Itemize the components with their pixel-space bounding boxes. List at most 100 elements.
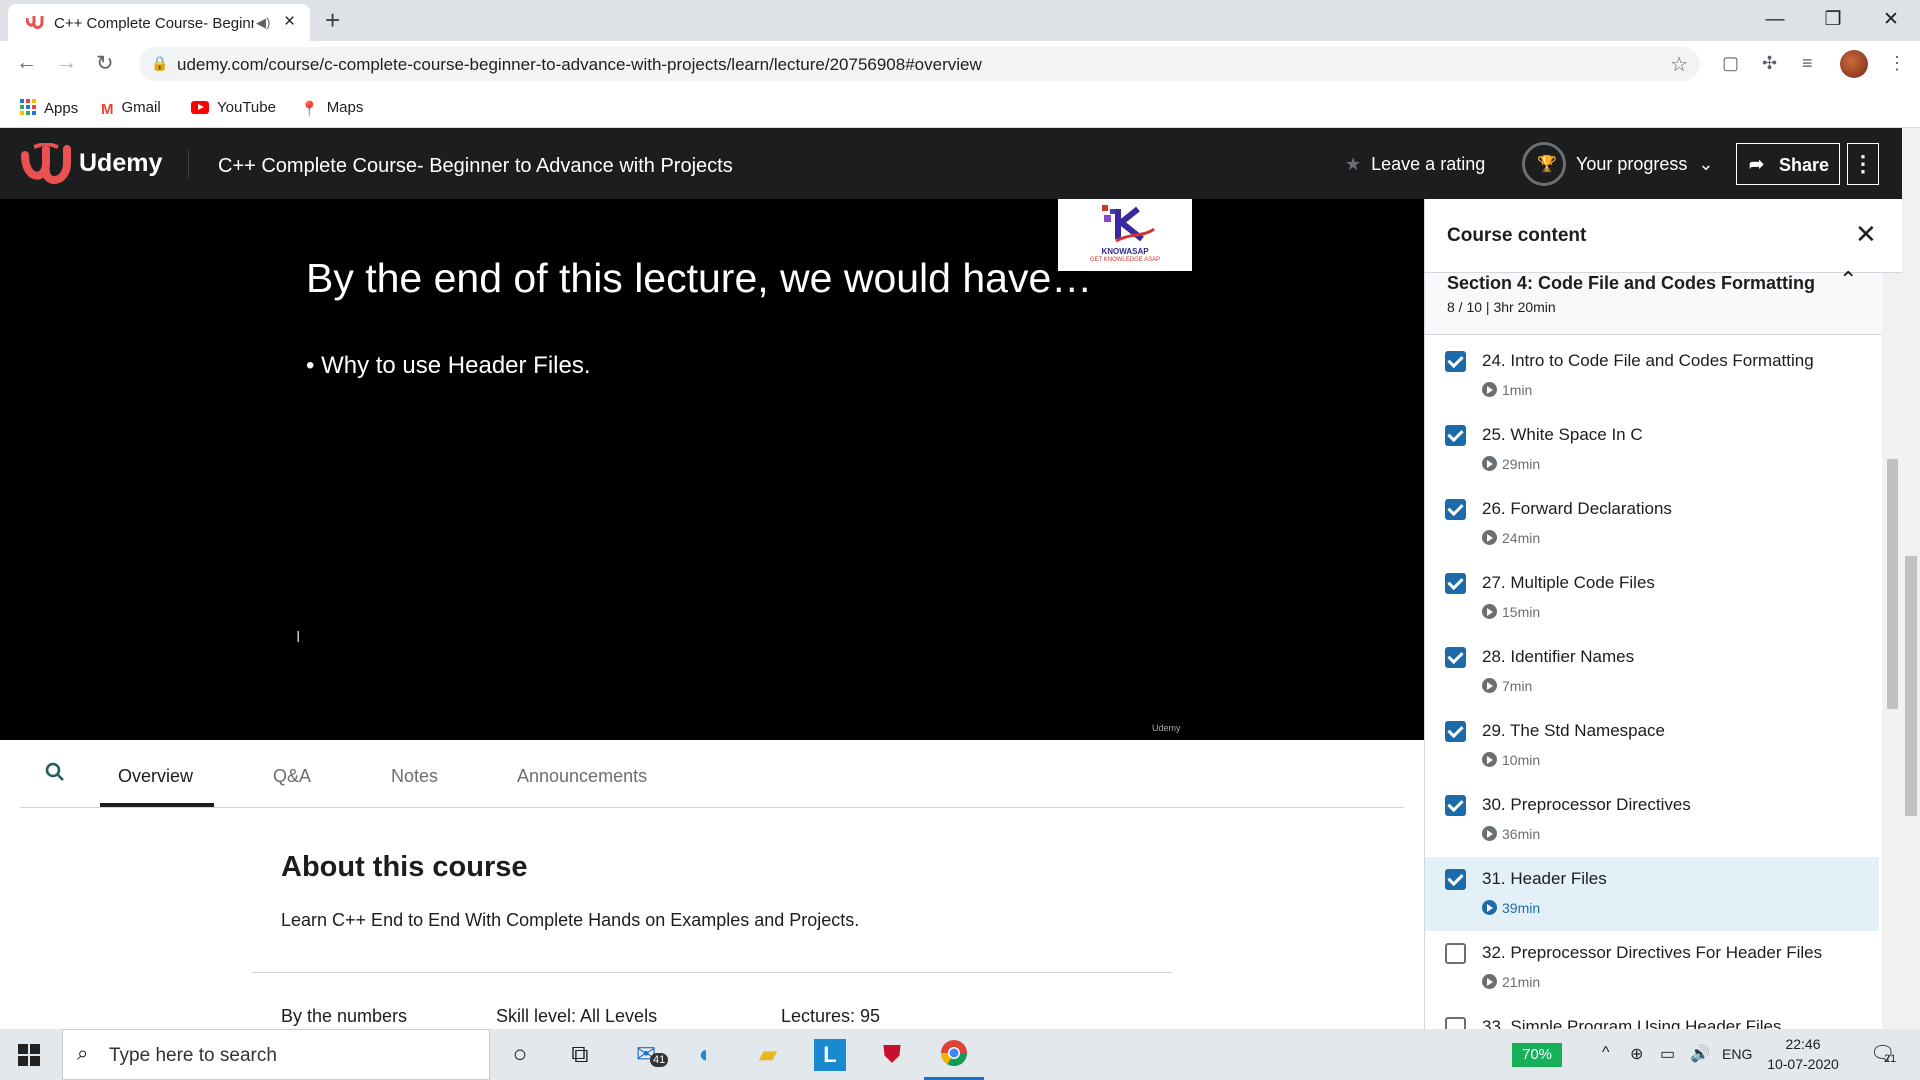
mail-icon[interactable]: ✉ 41 — [630, 1039, 669, 1071]
video-player[interactable]: By the end of this lecture, we would hav… — [0, 199, 1424, 740]
mail-badge: 41 — [650, 1053, 669, 1067]
lecture-checkbox[interactable] — [1445, 647, 1466, 668]
forward-icon[interactable]: → — [56, 51, 77, 75]
about-divider — [251, 972, 1173, 973]
bookmarks-bar: Apps M Gmail YouTube 📍 Maps — [0, 88, 1920, 128]
search-icon[interactable] — [45, 762, 65, 782]
lecture-title: 31. Header Files — [1482, 869, 1607, 888]
lecture-checkbox[interactable] — [1445, 943, 1466, 964]
lecture-checkbox[interactable] — [1445, 499, 1466, 520]
edge-icon[interactable]: ◐ — [690, 1039, 722, 1071]
lecture-item[interactable]: 33. Simple Program Using Header Files — [1425, 1005, 1879, 1029]
minimize-icon[interactable]: — — [1752, 4, 1798, 36]
close-icon[interactable]: ✕ — [1855, 219, 1877, 250]
lecture-item[interactable]: 27. Multiple Code Files 15min — [1425, 561, 1879, 635]
tab-announcements[interactable]: Announcements — [517, 766, 647, 787]
chrome-icon[interactable] — [938, 1039, 970, 1071]
back-icon[interactable]: ← — [16, 51, 37, 75]
tab-notes[interactable]: Notes — [391, 766, 438, 787]
bookmark-star-icon[interactable]: ☆ — [1670, 52, 1688, 77]
profile-avatar[interactable] — [1840, 50, 1868, 78]
menu-icon[interactable]: ⋮ — [1888, 53, 1906, 74]
lecture-item[interactable]: 30. Preprocessor Directives 36min — [1425, 783, 1879, 857]
bookmark-apps[interactable]: Apps — [20, 99, 78, 117]
page-scrollbar[interactable] — [1902, 128, 1920, 1029]
bookmark-label: Maps — [326, 99, 364, 116]
lecture-item[interactable]: 28. Identifier Names 7min — [1425, 635, 1879, 709]
pocket-icon[interactable]: ▢ — [1722, 53, 1739, 74]
clock-time: 22:46 — [1785, 1036, 1821, 1052]
network-icon[interactable]: ⊕ — [1630, 1044, 1643, 1064]
battery-indicator[interactable]: 70% — [1512, 1043, 1562, 1067]
course-title[interactable]: C++ Complete Course- Beginner to Advance… — [218, 155, 733, 178]
udemy-brand[interactable]: Udemy — [79, 149, 162, 178]
lecture-item[interactable]: 24. Intro to Code File and Codes Formatt… — [1425, 339, 1879, 413]
mcafee-icon[interactable]: ⛊ — [876, 1039, 908, 1071]
duration-text: 1min — [1502, 382, 1533, 398]
about-title: About this course — [281, 851, 528, 883]
address-bar[interactable]: 🔒 udemy.com/course/c-complete-course-beg… — [139, 47, 1700, 81]
course-tabs: Overview Q&A Notes Announcements — [20, 740, 1404, 808]
clock[interactable]: 22:46 10-07-2020 — [1760, 1034, 1846, 1074]
speaker-icon[interactable]: ◀) — [256, 15, 270, 31]
battery-icon[interactable]: ▭ — [1660, 1044, 1675, 1064]
volume-icon[interactable]: 🔊 — [1690, 1044, 1710, 1064]
lecture-checkbox[interactable] — [1445, 573, 1466, 594]
lecture-checkbox[interactable] — [1445, 351, 1466, 372]
lecture-checkbox[interactable] — [1445, 721, 1466, 742]
page-scroll-thumb[interactable] — [1905, 556, 1917, 816]
bookmark-maps[interactable]: 📍 Maps — [300, 99, 363, 118]
media-control-icon[interactable]: ≡ — [1802, 53, 1813, 74]
close-tab-icon[interactable]: × — [284, 11, 295, 33]
lecture-checkbox[interactable] — [1445, 869, 1466, 890]
lecture-checkbox[interactable] — [1445, 1017, 1466, 1029]
sidebar-scrollbar[interactable] — [1882, 273, 1902, 1029]
course-header: Udemy C++ Complete Course- Beginner to A… — [0, 128, 1902, 199]
lecture-checkbox[interactable] — [1445, 425, 1466, 446]
bookmark-gmail[interactable]: M Gmail — [101, 99, 161, 118]
lecture-checkbox[interactable] — [1445, 795, 1466, 816]
leave-rating-button[interactable]: ★ Leave a rating — [1345, 154, 1485, 175]
cortana-icon[interactable]: ○ — [504, 1039, 536, 1071]
bookmark-youtube[interactable]: YouTube — [191, 99, 276, 116]
progress-ring[interactable]: 🏆 — [1522, 142, 1566, 186]
lecture-item[interactable]: 26. Forward Declarations 24min — [1425, 487, 1879, 561]
more-options-icon[interactable]: ⋮ — [1847, 143, 1879, 185]
chevron-up-icon[interactable]: ⌃ — [1839, 267, 1857, 293]
taskbar-search[interactable]: ⌕ Type here to search — [62, 1029, 490, 1080]
play-circle-icon — [1482, 382, 1497, 397]
section-header[interactable]: Section 4: Code File and Codes Formattin… — [1425, 267, 1902, 335]
lock-icon[interactable]: 🔒 — [151, 55, 168, 72]
restore-icon[interactable]: ❐ — [1810, 4, 1856, 36]
lecture-duration: 1min — [1482, 382, 1532, 398]
lecture-item[interactable]: 32. Preprocessor Directives For Header F… — [1425, 931, 1879, 1005]
show-hidden-icons-icon[interactable]: ^ — [1602, 1044, 1610, 1062]
share-button[interactable]: ➦ Share — [1736, 143, 1840, 185]
tab-title: C++ Complete Course- Beginner to Advance… — [54, 15, 254, 32]
new-tab-icon[interactable]: + — [325, 5, 340, 36]
section-title: Section 4: Code File and Codes Formattin… — [1447, 273, 1816, 293]
lecture-item[interactable]: 25. White Space In C 29min — [1425, 413, 1879, 487]
close-window-icon[interactable]: ✕ — [1868, 4, 1914, 36]
your-progress-button[interactable]: Your progress ⌄ — [1576, 154, 1714, 175]
sidebar-scroll-thumb[interactable] — [1887, 459, 1898, 709]
active-tab-indicator — [100, 803, 214, 807]
file-explorer-icon[interactable]: ▰ — [752, 1039, 784, 1071]
lecture-item[interactable]: 29. The Std Namespace 10min — [1425, 709, 1879, 783]
extensions-icon[interactable]: ✣ — [1762, 53, 1777, 74]
tab-overview[interactable]: Overview — [118, 766, 193, 787]
play-circle-icon — [1482, 752, 1497, 767]
reload-icon[interactable]: ↻ — [96, 51, 114, 76]
text-cursor-icon: I — [296, 629, 301, 646]
star-icon: ★ — [1345, 154, 1362, 174]
browser-tab[interactable]: C++ Complete Course- Beginner to Advance… — [8, 4, 310, 41]
lecture-item[interactable]: 31. Header Files 39min — [1425, 857, 1879, 931]
notifications-icon[interactable]: 🗨 21 — [1870, 1041, 1896, 1066]
l-app-icon[interactable]: L — [814, 1039, 846, 1071]
task-view-icon[interactable]: ⧉ — [564, 1039, 596, 1071]
tab-qa[interactable]: Q&A — [273, 766, 311, 787]
windows-start-icon[interactable] — [18, 1044, 40, 1066]
udemy-logo-icon[interactable] — [20, 143, 72, 185]
play-circle-icon — [1482, 604, 1497, 619]
language-indicator[interactable]: ENG — [1722, 1046, 1752, 1062]
